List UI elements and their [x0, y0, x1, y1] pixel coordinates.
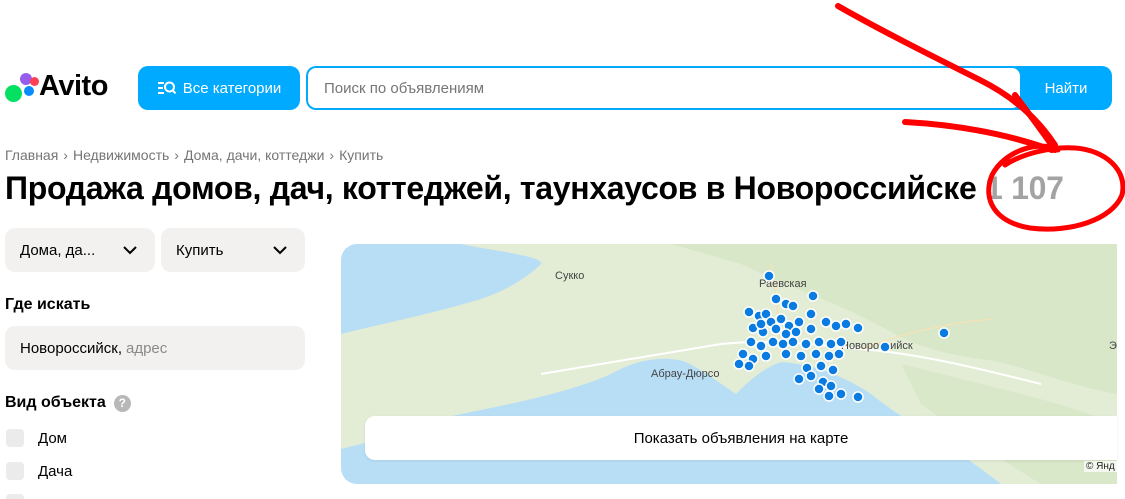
search-input[interactable]: [308, 68, 1020, 108]
checkbox-box[interactable]: [6, 494, 24, 499]
svg-text:Абрау-Дюрсо: Абрау-Дюрсо: [651, 368, 719, 380]
chevron-down-icon: [273, 245, 287, 254]
checkbox-box[interactable]: [6, 462, 24, 480]
svg-text:Сукко: Сукко: [555, 270, 584, 282]
all-categories-button[interactable]: Все категории: [138, 66, 300, 110]
svg-text:Э: Э: [1109, 340, 1117, 352]
checkbox-house[interactable]: Дом: [6, 429, 67, 447]
breadcrumb-separator: ›: [329, 147, 335, 163]
checkbox-partial[interactable]: [6, 494, 24, 499]
categories-search-icon: [157, 81, 176, 95]
help-icon[interactable]: ?: [113, 394, 131, 412]
page-title-text: Продажа домов, дач, коттеджей, таунхаусо…: [5, 170, 977, 206]
breadcrumb-separator: ›: [174, 147, 179, 163]
object-type-heading: Вид объекта ?: [5, 394, 131, 412]
page-title: Продажа домов, дач, коттеджей, таунхаусо…: [5, 170, 1064, 207]
breadcrumb-real-estate[interactable]: Недвижимость: [73, 147, 169, 163]
listing-count: 1 107: [985, 170, 1064, 206]
breadcrumb: Главная › Недвижимость › Дома, дачи, кот…: [5, 147, 383, 163]
checkbox-label: Дача: [38, 462, 73, 480]
location-input[interactable]: Новороссийск, адрес: [5, 326, 305, 370]
checkbox-dacha[interactable]: Дача: [6, 462, 72, 480]
logo-text: Avito: [39, 70, 108, 102]
all-categories-label: Все категории: [182, 79, 282, 97]
breadcrumb-home[interactable]: Главная: [5, 147, 58, 163]
property-type-value: Дома, да...: [20, 241, 96, 259]
location-value: Новороссийск,: [20, 339, 122, 357]
checkbox-box[interactable]: [6, 429, 24, 447]
search-bar: Найти: [306, 66, 1112, 110]
breadcrumb-houses[interactable]: Дома, дачи, коттеджи: [184, 147, 324, 163]
find-button[interactable]: Найти: [1020, 66, 1112, 110]
avito-logo[interactable]: Avito: [5, 70, 108, 103]
breadcrumb-separator: ›: [63, 147, 68, 163]
checkbox-label: Дом: [38, 429, 67, 447]
object-type-label: Вид объекта: [5, 394, 106, 411]
show-on-map-button[interactable]: Показать объявления на карте: [365, 416, 1117, 460]
deal-type-value: Купить: [176, 241, 224, 259]
svg-text:Новороссийск: Новороссийск: [841, 340, 913, 352]
chevron-down-icon: [123, 245, 137, 254]
map-copyright: © Янд: [1084, 461, 1117, 472]
location-hint: адрес: [126, 339, 168, 357]
where-label: Где искать: [5, 296, 91, 313]
deal-type-select[interactable]: Купить: [161, 228, 305, 272]
logo-dots-icon: [5, 71, 39, 103]
breadcrumb-buy[interactable]: Купить: [339, 147, 383, 163]
property-type-select[interactable]: Дома, да...: [5, 228, 155, 272]
